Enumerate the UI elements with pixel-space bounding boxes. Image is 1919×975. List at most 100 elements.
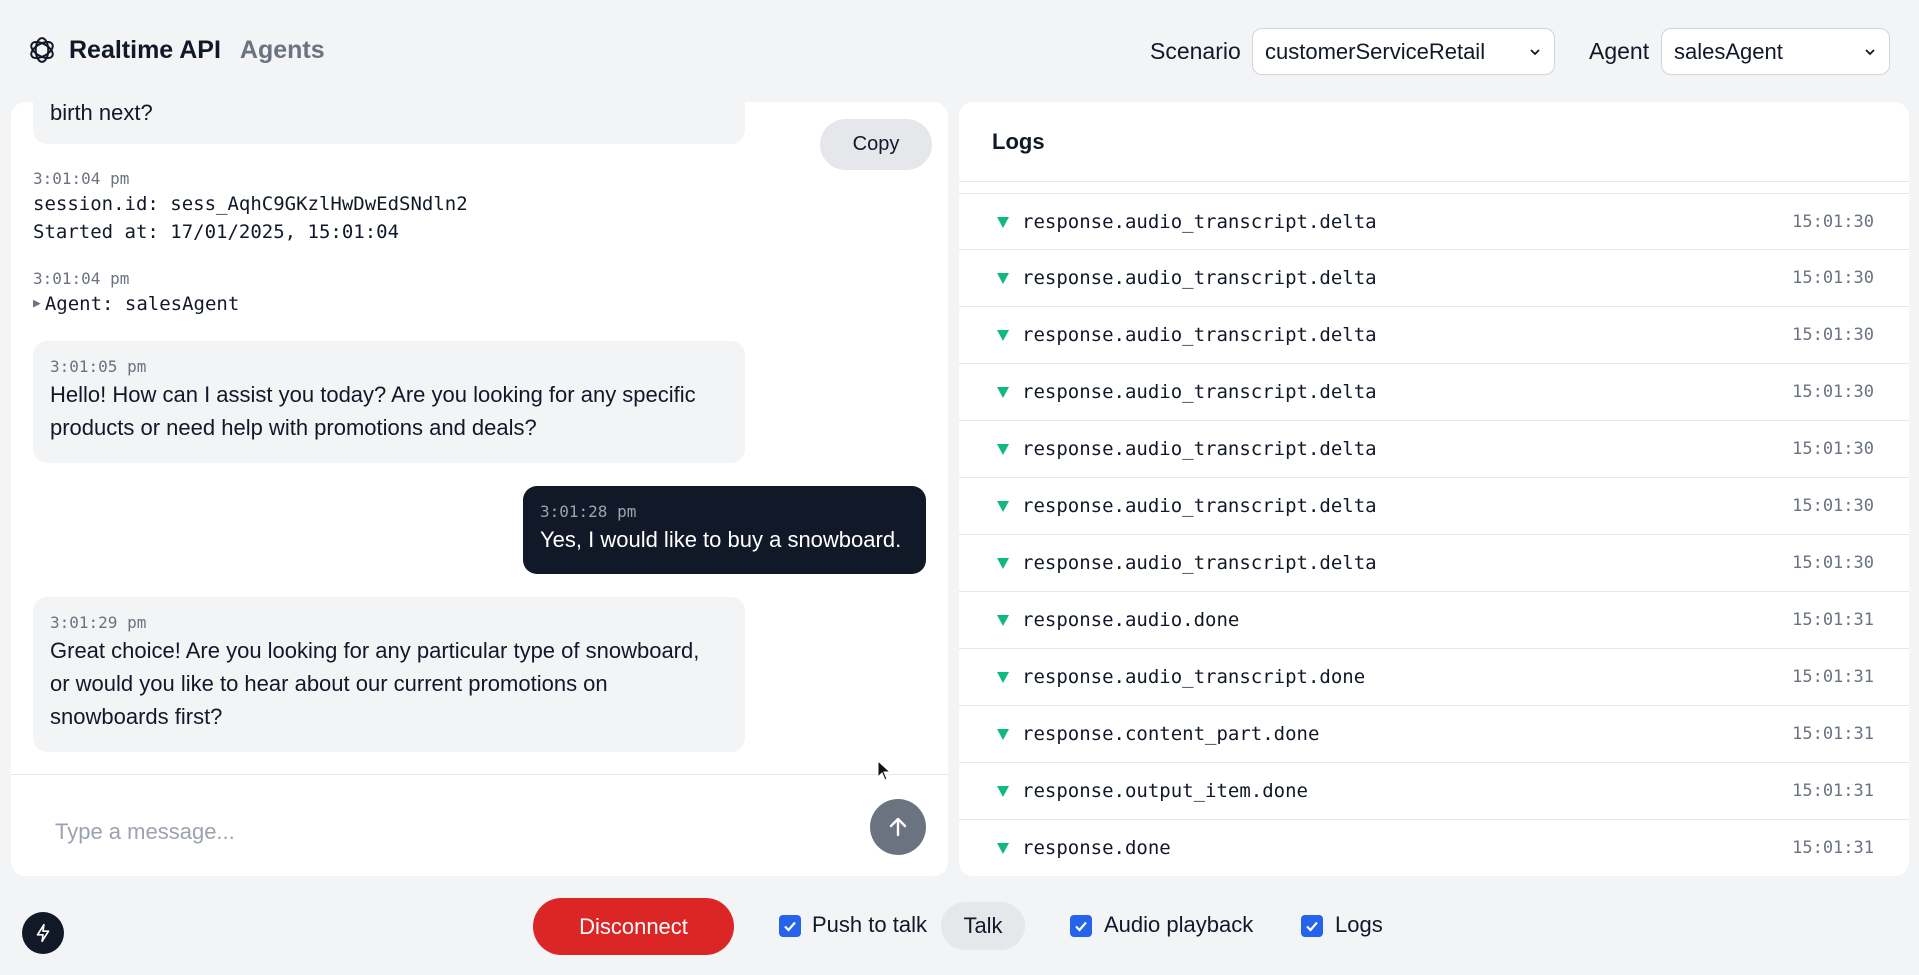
logs-label[interactable]: Logs xyxy=(1335,912,1383,938)
log-event-name: response.output_item.done xyxy=(1022,780,1308,802)
log-row[interactable]: response.audio_transcript.delta 15:01:30 xyxy=(959,193,1909,250)
log-time: 15:01:31 xyxy=(1792,610,1874,630)
triangle-down-icon xyxy=(997,273,1009,284)
log-time: 15:01:30 xyxy=(1792,496,1874,516)
log-row[interactable]: response.audio_transcript.done 15:01:31 xyxy=(959,649,1909,706)
check-icon xyxy=(1306,921,1318,932)
event-time: 3:01:04 pm xyxy=(33,169,130,188)
log-time: 15:01:30 xyxy=(1792,325,1874,345)
triangle-down-icon xyxy=(997,843,1009,854)
brand[interactable]: Realtime API Agents xyxy=(27,35,325,65)
message-time: 3:01:05 pm xyxy=(50,357,147,376)
message-text: Hello! How can I assist you today? Are y… xyxy=(50,382,696,407)
log-event-name: response.content_part.done xyxy=(1022,723,1320,745)
copy-button[interactable]: Copy xyxy=(820,119,932,170)
message-text: Great choice! Are you looking for any pa… xyxy=(50,638,700,663)
message-time: 3:01:29 pm xyxy=(50,613,147,632)
check-icon xyxy=(1075,921,1087,932)
log-row[interactable]: response.audio.done 15:01:31 xyxy=(959,592,1909,649)
talk-button[interactable]: Talk xyxy=(941,902,1025,950)
triangle-down-icon xyxy=(997,729,1009,740)
agent-event[interactable]: 3:01:04 pm ▶ Agent: salesAgent xyxy=(33,268,239,318)
session-event: 3:01:04 pm session.id: sess_AqhC9GKzlHwD… xyxy=(33,168,468,246)
log-time: 15:01:30 xyxy=(1792,553,1874,573)
log-time: 15:01:30 xyxy=(1792,439,1874,459)
agent-event-text: Agent: salesAgent xyxy=(44,293,240,315)
assistant-message: 3:01:05 pm Hello! How can I assist you t… xyxy=(33,341,745,463)
log-row[interactable]: response.audio_transcript.delta 15:01:30 xyxy=(959,421,1909,478)
logs-title: Logs xyxy=(992,129,1045,154)
log-time: 15:01:30 xyxy=(1792,382,1874,402)
log-row[interactable]: response.audio_transcript.delta 15:01:30 xyxy=(959,250,1909,307)
log-event-name: response.audio_transcript.delta xyxy=(1022,267,1377,289)
log-event-name: response.audio.done xyxy=(1022,609,1240,631)
logs-checkbox[interactable] xyxy=(1301,915,1323,937)
agent-value: salesAgent xyxy=(1674,38,1783,64)
scenario-value: customerServiceRetail xyxy=(1265,38,1486,64)
message-input[interactable] xyxy=(55,814,835,850)
log-time: 15:01:31 xyxy=(1792,781,1874,801)
logs-panel: Logs response.audio_transcript.delta 15:0… xyxy=(959,102,1909,876)
log-row[interactable]: response.audio_transcript.delta 15:01:30 xyxy=(959,307,1909,364)
message-text: or would you like to hear about our curr… xyxy=(50,671,608,696)
assistant-message-partial: birth next? xyxy=(33,102,745,144)
log-row[interactable]: response.audio_transcript.delta 15:01:30 xyxy=(959,478,1909,535)
triangle-down-icon xyxy=(997,615,1009,626)
transcript-scroll[interactable]: birth next? Copy 3:01:04 pm session.id: … xyxy=(11,102,948,774)
log-time: 15:01:30 xyxy=(1792,268,1874,288)
bolt-button[interactable] xyxy=(22,912,64,954)
triangle-down-icon xyxy=(997,672,1009,683)
log-event-name: response.audio_transcript.done xyxy=(1022,666,1366,688)
check-icon xyxy=(784,921,796,932)
agent-select[interactable]: salesAgent xyxy=(1661,28,1890,75)
assistant-message: 3:01:29 pm Great choice! Are you looking… xyxy=(33,597,745,752)
log-row[interactable]: response.audio_transcript.delta 15:01:30 xyxy=(959,535,1909,592)
push-to-talk-label[interactable]: Push to talk xyxy=(812,912,927,938)
triangle-down-icon xyxy=(997,444,1009,455)
push-to-talk-checkbox[interactable] xyxy=(779,915,801,937)
message-text: birth next? xyxy=(50,102,153,125)
log-row[interactable]: response.audio_transcript.delta 15:01:30 xyxy=(959,364,1909,421)
log-event-name: response.audio_transcript.delta xyxy=(1022,210,1377,233)
message-time: 3:01:28 pm xyxy=(540,502,637,521)
logs-header: Logs xyxy=(959,102,1909,182)
audio-playback-label[interactable]: Audio playback xyxy=(1104,912,1253,938)
message-text: Yes, I would like to buy a snowboard. xyxy=(540,527,902,552)
triangle-down-icon xyxy=(997,501,1009,512)
app-title: Realtime API xyxy=(69,35,221,64)
transcript-panel: birth next? Copy 3:01:04 pm session.id: … xyxy=(11,102,948,876)
log-event-name: response.audio_transcript.delta xyxy=(1022,324,1377,346)
log-row[interactable]: response.content_part.done 15:01:31 xyxy=(959,706,1909,763)
triangle-down-icon xyxy=(997,216,1009,228)
session-id: session.id: sess_AqhC9GKzlHwDwEdSNdln2 xyxy=(33,193,468,215)
triangle-down-icon xyxy=(997,387,1009,398)
scenario-label: Scenario xyxy=(1150,38,1241,64)
triangle-down-icon xyxy=(997,330,1009,341)
chevron-down-icon xyxy=(1530,48,1540,55)
user-message: 3:01:28 pm Yes, I would like to buy a sn… xyxy=(523,486,926,574)
log-row[interactable]: response.done 15:01:31 xyxy=(959,820,1909,876)
audio-playback-checkbox[interactable] xyxy=(1070,915,1092,937)
session-started: Started at: 17/01/2025, 15:01:04 xyxy=(33,221,400,243)
openai-logo-icon xyxy=(30,37,54,63)
agent-label: Agent xyxy=(1589,38,1650,64)
log-event-name: response.done xyxy=(1022,837,1171,859)
log-event-name: response.audio_transcript.delta xyxy=(1022,495,1377,517)
log-row[interactable]: response.output_item.done 15:01:31 xyxy=(959,763,1909,820)
disconnect-button[interactable]: Disconnect xyxy=(533,898,734,955)
log-time: 15:01:30 xyxy=(1792,211,1874,232)
scenario-select[interactable]: customerServiceRetail xyxy=(1252,28,1555,75)
chevron-down-icon xyxy=(1865,48,1875,55)
cursor-icon xyxy=(877,760,892,781)
log-event-name: response.audio_transcript.delta xyxy=(1022,381,1377,403)
log-event-name: response.audio_transcript.delta xyxy=(1022,438,1377,460)
triangle-down-icon xyxy=(997,558,1009,569)
log-time: 15:01:31 xyxy=(1792,724,1874,744)
message-text: products or need help with promotions an… xyxy=(50,415,537,440)
triangle-right-icon: ▶ xyxy=(33,296,41,311)
send-button[interactable] xyxy=(870,799,926,855)
app-subtitle: Agents xyxy=(239,35,325,64)
triangle-down-icon xyxy=(997,786,1009,797)
divider xyxy=(11,774,948,775)
log-time: 15:01:31 xyxy=(1792,838,1874,858)
